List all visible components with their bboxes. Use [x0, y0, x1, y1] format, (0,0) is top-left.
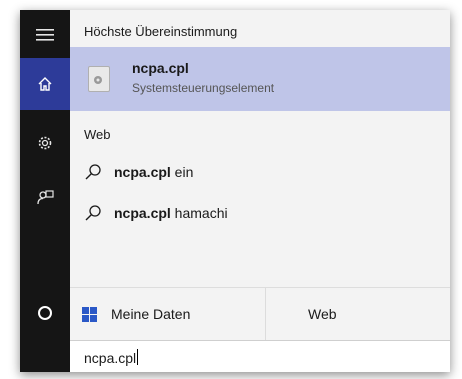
search-icon: [85, 205, 101, 221]
best-match-header: Höchste Übereinstimmung: [84, 24, 238, 39]
best-match-item[interactable]: ncpa.cpl Systemsteuerungselement: [70, 47, 450, 111]
tab-my-stuff-label: Meine Daten: [111, 306, 191, 322]
cortana-circle-icon: [38, 306, 52, 320]
feedback-icon: [37, 190, 54, 205]
web-result-item[interactable]: ncpa.cpl ein: [70, 155, 450, 191]
search-icon: [85, 164, 101, 180]
gear-icon: [38, 136, 52, 150]
web-result-text: ncpa.cpl ein: [114, 164, 194, 180]
hamburger-menu-icon: [36, 29, 54, 41]
tab-web[interactable]: Web: [308, 288, 337, 340]
cortana-button[interactable]: [20, 292, 70, 334]
best-match-title: ncpa.cpl: [132, 60, 189, 76]
web-header: Web: [84, 127, 111, 142]
search-input[interactable]: ncpa.cpl: [70, 340, 450, 372]
settings-button[interactable]: [20, 122, 70, 164]
control-panel-item-icon: [88, 66, 110, 92]
text-caret: [137, 349, 139, 365]
tab-web-label: Web: [308, 306, 337, 322]
bottom-tabs: Meine Daten Web: [70, 287, 450, 340]
home-button[interactable]: [20, 58, 70, 110]
web-result-text: ncpa.cpl hamachi: [114, 205, 228, 221]
left-rail: [20, 10, 70, 372]
start-search-window: Höchste Übereinstimmung ncpa.cpl Systems…: [20, 10, 450, 372]
web-result-item[interactable]: ncpa.cpl hamachi: [70, 196, 450, 232]
tab-divider: [265, 288, 266, 340]
home-icon: [38, 77, 52, 91]
tab-my-stuff[interactable]: Meine Daten: [82, 288, 190, 340]
results-panel: Höchste Übereinstimmung ncpa.cpl Systems…: [70, 10, 450, 372]
windows-logo-icon: [82, 306, 97, 322]
menu-button[interactable]: [20, 14, 70, 56]
search-input-value: ncpa.cpl: [84, 349, 139, 366]
feedback-button[interactable]: [20, 176, 70, 218]
best-match-subtitle: Systemsteuerungselement: [132, 81, 275, 95]
